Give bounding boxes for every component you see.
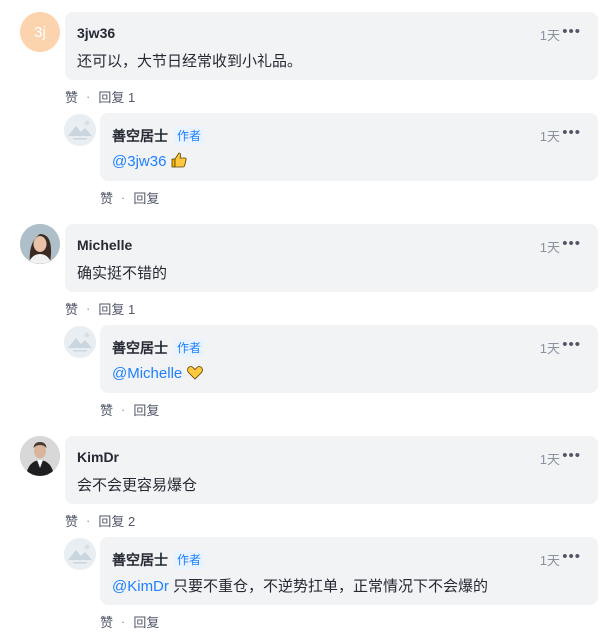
comment-author[interactable]: KimDr (77, 449, 119, 465)
comment-actions: 赞 · 回复 1 (65, 299, 135, 318)
like-button[interactable]: 赞 (65, 87, 78, 106)
reply-button[interactable]: 回复 (133, 188, 159, 207)
reply-author[interactable]: 善空居士 (112, 338, 168, 358)
reply-button[interactable]: 回复 (133, 612, 159, 631)
reply-content: 只要不重仓，不逆势扛单，正常情况下不会爆的 (168, 578, 489, 595)
comment-text: 会不会更容易爆仓 (77, 477, 198, 494)
like-button[interactable]: 赞 (100, 400, 113, 419)
author-badge: 作者 (174, 551, 205, 569)
reply-text: @KimDr 只要不重仓，不逆势扛单，正常情况下不会爆的 (112, 575, 488, 596)
comment-bubble: KimDr 1天 ••• 会不会更容易爆仓 (65, 436, 598, 504)
more-options-icon[interactable]: ••• (562, 235, 581, 252)
mention-link[interactable]: @KimDr (112, 578, 169, 595)
author-badge: 作者 (174, 127, 205, 145)
mountain-logo-icon (64, 114, 96, 146)
avatar[interactable] (20, 436, 60, 476)
reply-bubble: 善空居士 作者 1天 ••• @KimDr 只要不重仓，不逆势扛单，正常情况下不… (100, 537, 598, 605)
more-options-icon[interactable]: ••• (562, 447, 581, 464)
like-button[interactable]: 赞 (65, 299, 78, 318)
reply-button[interactable]: 回复 1 (98, 299, 135, 318)
comment-time: 1天 (539, 452, 560, 467)
mention-link[interactable]: @3jw36 (112, 153, 166, 170)
reply-button[interactable]: 回复 2 (98, 511, 135, 530)
comment-text: 还可以，大节日经常收到小礼品。 (77, 53, 303, 70)
reply-time: 1天 (539, 129, 560, 144)
avatar[interactable] (64, 326, 96, 358)
reply-author[interactable]: 善空居士 (112, 550, 168, 570)
reply-text: @3jw36 (112, 151, 188, 173)
comment-time: 1天 (539, 240, 560, 255)
author-badge: 作者 (174, 339, 205, 357)
avatar[interactable]: 3j (20, 12, 60, 52)
comment-text: 确实挺不错的 (77, 265, 168, 282)
reply-bubble: 善空居士 作者 1天 ••• @Michelle (100, 325, 598, 393)
comment-bubble: 3jw36 1天 ••• 还可以，大节日经常收到小礼品。 (65, 12, 598, 80)
avatar[interactable] (64, 538, 96, 570)
comment-author[interactable]: Michelle (77, 237, 132, 253)
separator-dot: · (121, 190, 126, 205)
comment-author[interactable]: 3jw36 (77, 25, 115, 41)
reply-author[interactable]: 善空居士 (112, 126, 168, 146)
more-options-icon[interactable]: ••• (562, 548, 581, 565)
more-options-icon[interactable]: ••• (562, 336, 581, 353)
reply-actions: 赞 · 回复 (100, 612, 159, 631)
separator-dot: · (86, 301, 91, 316)
separator-dot: · (86, 513, 91, 528)
reply-button[interactable]: 回复 (133, 400, 159, 419)
mention-link[interactable]: @Michelle (112, 365, 182, 382)
more-options-icon[interactable]: ••• (562, 23, 581, 40)
more-options-icon[interactable]: ••• (562, 124, 581, 141)
separator-dot: · (86, 89, 91, 104)
mountain-logo-icon (64, 538, 96, 570)
reply-actions: 赞 · 回复 (100, 400, 159, 419)
heart-hands-icon (186, 363, 204, 385)
reply-text: @Michelle (112, 363, 204, 385)
reply-button[interactable]: 回复 1 (98, 87, 135, 106)
like-button[interactable]: 赞 (100, 188, 113, 207)
reply-time: 1天 (539, 341, 560, 356)
comment-actions: 赞 · 回复 2 (65, 511, 135, 530)
reply-bubble: 善空居士 作者 1天 ••• @3jw36 (100, 113, 598, 181)
user-photo-icon (20, 436, 60, 476)
reply-actions: 赞 · 回复 (100, 188, 159, 207)
reply-time: 1天 (539, 553, 560, 568)
avatar[interactable] (64, 114, 96, 146)
avatar-initials: 3j (34, 23, 46, 41)
comment-bubble: Michelle 1天 ••• 确实挺不错的 (65, 224, 598, 292)
comment-actions: 赞 · 回复 1 (65, 87, 135, 106)
separator-dot: · (121, 402, 126, 417)
user-photo-icon (20, 224, 60, 264)
thumbs-up-icon (170, 151, 188, 173)
like-button[interactable]: 赞 (100, 612, 113, 631)
mountain-logo-icon (64, 326, 96, 358)
separator-dot: · (121, 614, 126, 629)
comment-time: 1天 (539, 28, 560, 43)
avatar[interactable] (20, 224, 60, 264)
like-button[interactable]: 赞 (65, 511, 78, 530)
